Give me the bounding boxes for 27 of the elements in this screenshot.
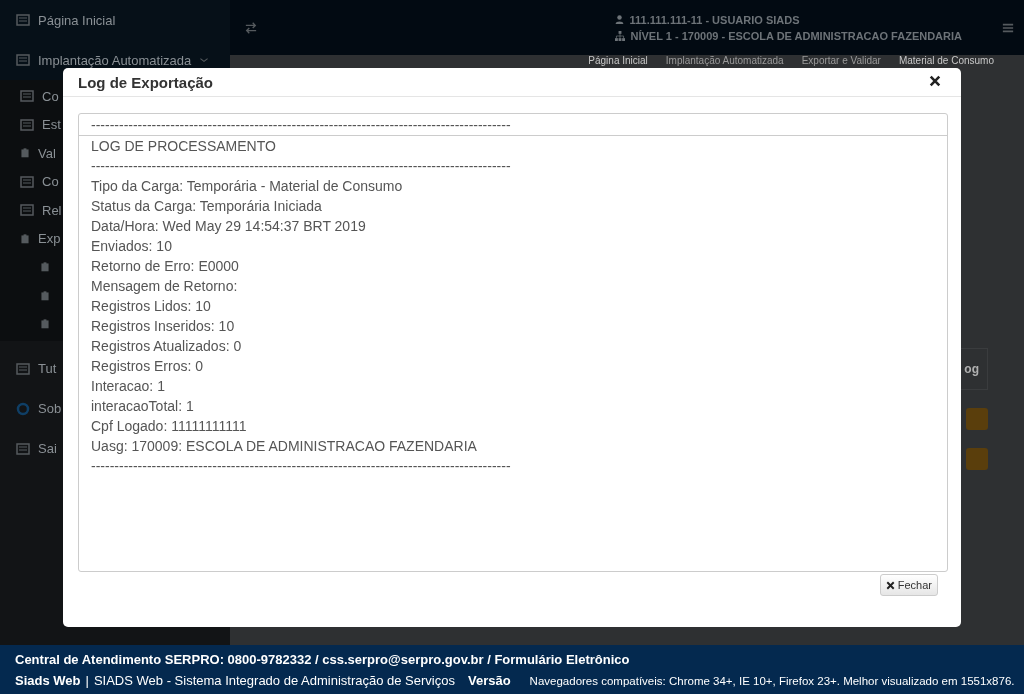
user-level: NÍVEL 1 - 170009 - ESCOLA DE ADMINISTRACAO FAZENDARIA — [630, 29, 962, 42]
log-line: Registros Inseridos: 10 — [90, 317, 236, 336]
log-line: Data/Hora: Wed May 29 14:54:37 BRT 2019 — [90, 217, 367, 236]
brand-name: Siads Web — [15, 672, 81, 688]
contact-text: Central de Atendimento SERPRO: 0800-9782332 / css.serpro@serpro.gov.br / Formulário Eletrônico — [15, 651, 630, 667]
log-line: Status da Carga: Temporária Iniciada — [90, 197, 323, 216]
browser-note: Navegadores compatíveis: Chrome 34+, IE 10+, Firefox 23+. Melhor visualizado em 1551x876. — [529, 674, 1015, 687]
log-line: ------------------------------------------------------------------------------------------ — [90, 157, 512, 176]
log-line: Registros Atualizados: 0 — [90, 337, 243, 356]
log-line: Retorno de Erro: E0000 — [90, 257, 240, 276]
log-line: Enviados: 10 — [90, 237, 173, 256]
system-name: SIADS Web - Sistema Integrado de Administração de Serviços — [93, 672, 455, 688]
user-name: 111.111.111-11 - USUARIO SIADS — [629, 13, 800, 26]
log-line: Tipo da Carga: Temporária - Material de Consumo — [90, 177, 404, 196]
dialog-title: Log de Exportação — [78, 73, 214, 91]
log-line: LOG DE PROCESSAMENTO — [90, 137, 277, 156]
log-line: Cpf Logado: 11111111111 — [90, 417, 248, 436]
log-line: Registros Erros: 0 — [90, 357, 205, 376]
version-label: Versão — [467, 672, 511, 688]
log-line: interacaoTotal: 1 — [90, 397, 195, 416]
log-line: ------------------------------------------------------------------------------------------ — [90, 457, 512, 476]
log-line: Interacao: 1 — [90, 377, 166, 396]
separator: | — [85, 672, 89, 688]
log-line: Mensagem de Retorno: — [90, 277, 239, 296]
log-line: Uasg: 170009: ESCOLA DE ADMINISTRACAO FAZENDARIA — [90, 437, 478, 456]
log-line: Registros Lidos: 10 — [90, 297, 212, 316]
log-line: ------------------------------------------------------------------------------------------ — [79, 114, 947, 136]
